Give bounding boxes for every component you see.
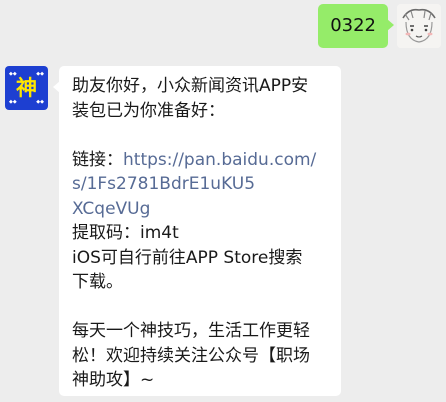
- message-line: 装包已为你准备好：: [72, 100, 225, 121]
- message-line: 神助攻】~: [72, 370, 155, 390]
- incoming-bubble[interactable]: 助友你好，小众新闻资讯APP安 装包已为你准备好： 链接：https://pan…: [53, 66, 341, 396]
- outgoing-text: 0322: [330, 15, 376, 36]
- outgoing-bubble[interactable]: 0322: [318, 4, 394, 48]
- extraction-code: 提取码：im4t: [72, 223, 179, 243]
- link-label: 链接：: [72, 149, 123, 170]
- download-link[interactable]: https://pan.baidu.com/: [123, 150, 316, 170]
- message-line: 下载。: [72, 272, 123, 292]
- message-line: iOS可自行前往APP Store搜索: [72, 247, 303, 268]
- user-avatar-icon[interactable]: [397, 4, 441, 48]
- link-line: 链接：https://pan.baidu.com/: [72, 148, 330, 173]
- download-link[interactable]: s/1Fs2781BdrE1uKU5: [72, 172, 330, 197]
- incoming-message: ◆◆ ◆◆ 神 ◆◆ ◆◆ 助友你好，小众新闻资讯APP安 装包已为你准备好： …: [5, 66, 341, 396]
- message-line: 助友你好，小众新闻资讯APP安: [72, 76, 309, 96]
- shen-logo-icon[interactable]: ◆◆ ◆◆ 神 ◆◆ ◆◆: [5, 66, 48, 110]
- outgoing-message: 0322: [318, 4, 441, 48]
- bot-avatar-char: 神: [16, 76, 37, 100]
- chat-area: 0322 ◆◆ ◆◆ 神 ◆◆ ◆◆ 助友你好，小众新闻资讯APP安 装包已为你…: [0, 0, 446, 402]
- message-line: 每天一个神技巧，生活工作更轻: [72, 321, 310, 341]
- download-link[interactable]: XCqeVUg: [72, 197, 330, 222]
- message-line: 松！欢迎持续关注公众号【职场: [72, 345, 310, 366]
